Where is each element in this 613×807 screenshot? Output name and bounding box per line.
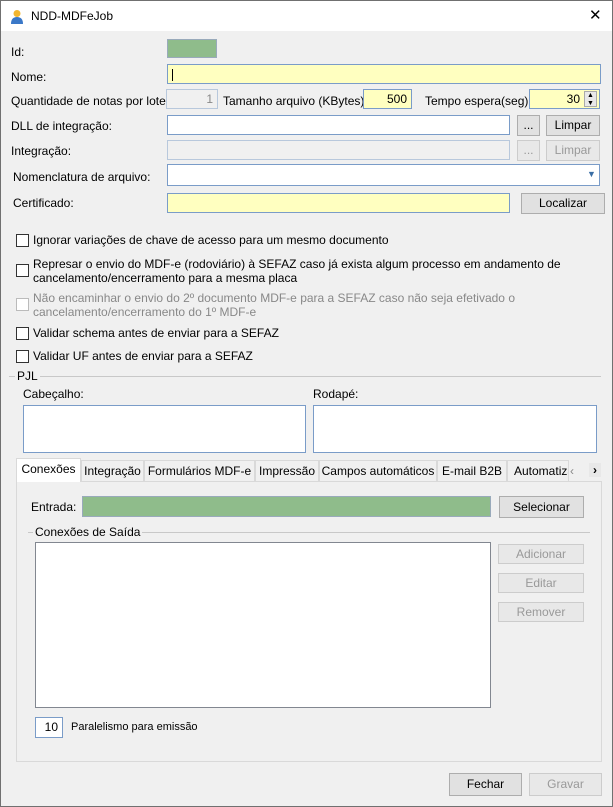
dll-limpar-button[interactable]: Limpar	[546, 115, 600, 136]
id-label: Id:	[11, 45, 25, 59]
dll-input[interactable]	[167, 115, 510, 135]
tamanho-label: Tamanho arquivo (KBytes):	[223, 94, 368, 108]
remover-button[interactable]: Remover	[498, 602, 584, 622]
tempo-label: Tempo espera(seg):	[425, 94, 532, 108]
cabecalho-textarea[interactable]	[23, 405, 306, 453]
tab-formularios[interactable]: Formulários MDF-e	[144, 460, 255, 481]
tab-integracao[interactable]: Integração	[81, 460, 144, 481]
checkbox-ignorar[interactable]	[16, 234, 29, 247]
integracao-label: Integração:	[11, 144, 72, 158]
selecionar-button[interactable]: Selecionar	[499, 496, 584, 518]
integracao-input	[167, 140, 510, 160]
checkbox-ignorar-label: Ignorar variações de chave de acesso par…	[33, 233, 389, 247]
nomenclatura-label: Nomenclatura de arquivo:	[13, 170, 151, 184]
qtd-label: Quantidade de notas por lote:	[11, 94, 170, 108]
saida-listbox[interactable]	[35, 542, 491, 708]
paralelismo-label: Paralelismo para emissão	[71, 721, 198, 733]
dialog-window: NDD-MDFeJob ✕ Id: Nome: Quantidade de no…	[0, 0, 613, 807]
window-title: NDD-MDFeJob	[31, 9, 114, 23]
adicionar-button[interactable]: Adicionar	[498, 544, 584, 564]
tab-campos-automaticos[interactable]: Campos automáticos	[319, 460, 437, 481]
nomenclatura-select[interactable]	[167, 164, 600, 186]
close-icon[interactable]: ✕	[589, 6, 602, 24]
tab-scroll-right-icon[interactable]: ›	[589, 463, 601, 477]
tamanho-input[interactable]: 500	[363, 89, 412, 109]
title-bar: NDD-MDFeJob ✕	[1, 1, 612, 31]
checkbox-validar-uf[interactable]	[16, 350, 29, 363]
qtd-input[interactable]: 1	[166, 89, 218, 109]
nome-input[interactable]	[167, 64, 601, 84]
app-user-icon	[10, 9, 24, 24]
checkbox-validar-uf-label: Validar UF antes de enviar para a SEFAZ	[33, 349, 253, 363]
editar-button[interactable]: Editar	[498, 573, 584, 593]
checkbox-represar[interactable]	[16, 264, 29, 277]
entrada-label: Entrada:	[31, 500, 77, 514]
certificado-input[interactable]	[167, 193, 510, 213]
fechar-button[interactable]: Fechar	[449, 773, 522, 796]
id-field	[167, 39, 217, 58]
localizar-button[interactable]: Localizar	[521, 193, 605, 214]
tab-conexoes[interactable]: Conexões	[16, 458, 81, 482]
dll-browse-button[interactable]: ...	[517, 115, 540, 136]
checkbox-nao-encaminhar-label: Não encaminhar o envio do 2º documento M…	[33, 291, 515, 319]
spinner-arrows-icon[interactable]: ▲ ▼	[584, 91, 597, 107]
rodape-textarea[interactable]	[313, 405, 597, 453]
dll-label: DLL de integração:	[11, 119, 112, 133]
tab-automatiza[interactable]: Automatiza	[507, 460, 569, 481]
tab-scroll-left-icon[interactable]: ‹	[570, 464, 574, 478]
paralelismo-input[interactable]: 10	[35, 717, 63, 738]
checkbox-nao-encaminhar[interactable]	[16, 298, 29, 311]
certificado-label: Certificado:	[13, 196, 74, 210]
pjl-group-title: PJL	[15, 369, 40, 383]
tab-email-b2b[interactable]: E-mail B2B	[437, 460, 507, 481]
integracao-browse-button[interactable]: ...	[517, 140, 540, 161]
pjl-group-line	[9, 376, 601, 377]
gravar-button[interactable]: Gravar	[529, 773, 602, 796]
checkbox-validar-schema[interactable]	[16, 327, 29, 340]
checkbox-validar-schema-label: Validar schema antes de enviar para a SE…	[33, 326, 279, 340]
nome-label: Nome:	[11, 70, 47, 84]
chevron-down-icon[interactable]: ▼	[587, 169, 596, 179]
checkbox-represar-label: Represar o envio do MDF-e (rodoviário) à…	[33, 257, 561, 285]
entrada-field	[82, 496, 491, 517]
tab-impressao[interactable]: Impressão	[255, 460, 319, 481]
rodape-label: Rodapé:	[313, 387, 359, 401]
text-cursor	[172, 68, 173, 81]
saida-group-title: Conexões de Saída	[33, 525, 143, 539]
integracao-limpar-button[interactable]: Limpar	[546, 140, 600, 161]
cabecalho-label: Cabeçalho:	[23, 387, 84, 401]
